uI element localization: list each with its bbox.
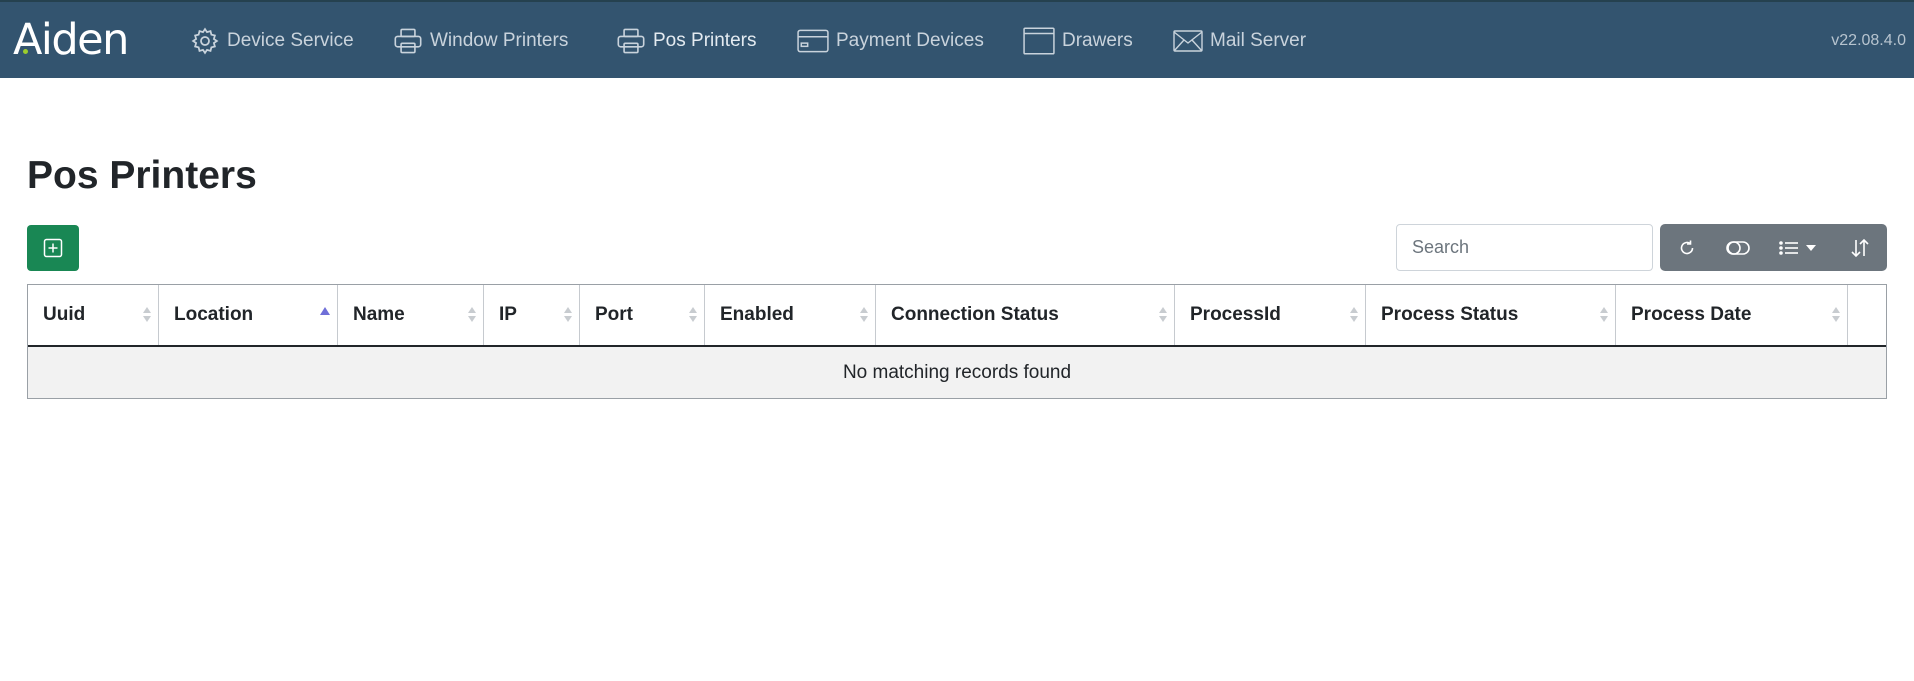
sort-both-icon: [564, 307, 572, 323]
column-label: Enabled: [720, 304, 794, 325]
top-navbar: Aiden Device Service Window Printers Pos…: [0, 0, 1914, 78]
column-label: Name: [353, 304, 405, 325]
columns-list-icon: [1779, 240, 1798, 255]
nav-label: Mail Server: [1210, 30, 1307, 51]
column-header-actions: [1848, 285, 1886, 345]
column-header-connection-status[interactable]: Connection Status: [876, 285, 1175, 345]
sort-asc-icon: [320, 307, 330, 315]
sort-both-icon: [143, 307, 151, 323]
column-label: IP: [499, 304, 517, 325]
column-header-process-date[interactable]: Process Date: [1616, 285, 1848, 345]
column-header-ip[interactable]: IP: [484, 285, 580, 345]
nav-label: Device Service: [227, 30, 354, 51]
sort-both-icon: [689, 307, 697, 323]
add-button[interactable]: [27, 225, 79, 271]
column-header-location[interactable]: Location: [159, 285, 338, 345]
sort-both-icon: [1832, 307, 1840, 323]
empty-message: No matching records found: [842, 361, 1072, 383]
sort-both-icon: [468, 307, 476, 323]
nav-item-window-printers[interactable]: Window Printers: [393, 2, 568, 80]
app-version: v22.08.4.0: [1831, 32, 1906, 49]
printer-icon: [617, 28, 645, 54]
column-label: Connection Status: [891, 304, 1059, 325]
column-header-uuid[interactable]: Uuid: [28, 285, 159, 345]
refresh-button[interactable]: [1660, 224, 1713, 271]
nav-item-pos-printers[interactable]: Pos Printers: [616, 2, 756, 80]
column-header-enabled[interactable]: Enabled: [705, 285, 876, 345]
printer-icon: [394, 28, 422, 54]
toggle-icon: [1726, 240, 1750, 255]
nav-item-device-service[interactable]: Device Service: [190, 2, 354, 80]
column-label: Location: [174, 304, 254, 325]
sort-icon: [1851, 238, 1869, 257]
column-header-process-status[interactable]: Process Status: [1366, 285, 1616, 345]
column-header-port[interactable]: Port: [580, 285, 705, 345]
column-header-name[interactable]: Name: [338, 285, 484, 345]
brand-dot: [23, 49, 28, 54]
gear-icon: [191, 27, 219, 55]
nav-item-payment-devices[interactable]: Payment Devices: [797, 2, 984, 80]
table-toolbar: [1660, 224, 1887, 271]
pos-printers-table: Uuid Location Name IP Port Enabled Conne…: [27, 284, 1887, 399]
column-label: ProcessId: [1190, 304, 1281, 325]
drawer-icon: [1023, 27, 1055, 55]
column-header-processid[interactable]: ProcessId: [1175, 285, 1366, 345]
refresh-icon: [1680, 240, 1693, 254]
sort-both-icon: [1159, 307, 1167, 323]
caret-down-icon: [1806, 244, 1816, 251]
column-label: Port: [595, 304, 633, 325]
nav-label: Window Printers: [430, 30, 569, 51]
table-header: Uuid Location Name IP Port Enabled Conne…: [28, 285, 1886, 347]
credit-card-icon: [797, 29, 829, 53]
sort-both-icon: [1350, 307, 1358, 323]
column-label: Uuid: [43, 304, 86, 325]
plus-square-icon: [43, 238, 63, 258]
page-title: Pos Printers: [27, 154, 257, 197]
column-label: Process Status: [1381, 304, 1519, 325]
sort-both-icon: [1600, 307, 1608, 323]
brand-name: Aiden: [13, 14, 129, 65]
toggle-view-button[interactable]: [1713, 224, 1763, 271]
search-input[interactable]: [1396, 224, 1653, 271]
nav-label: Drawers: [1062, 30, 1133, 51]
table-empty-row: No matching records found: [28, 347, 1886, 398]
nav-label: Payment Devices: [836, 30, 984, 51]
sort-both-icon: [860, 307, 868, 323]
columns-dropdown-button[interactable]: [1763, 224, 1833, 271]
nav-label: Pos Printers: [653, 30, 757, 51]
nav-item-mail-server[interactable]: Mail Server: [1173, 2, 1306, 80]
sort-button[interactable]: [1833, 224, 1887, 271]
column-label: Process Date: [1631, 304, 1752, 325]
brand-logo[interactable]: Aiden: [13, 14, 129, 65]
envelope-icon: [1173, 30, 1203, 52]
nav-item-drawers[interactable]: Drawers: [1023, 2, 1133, 80]
